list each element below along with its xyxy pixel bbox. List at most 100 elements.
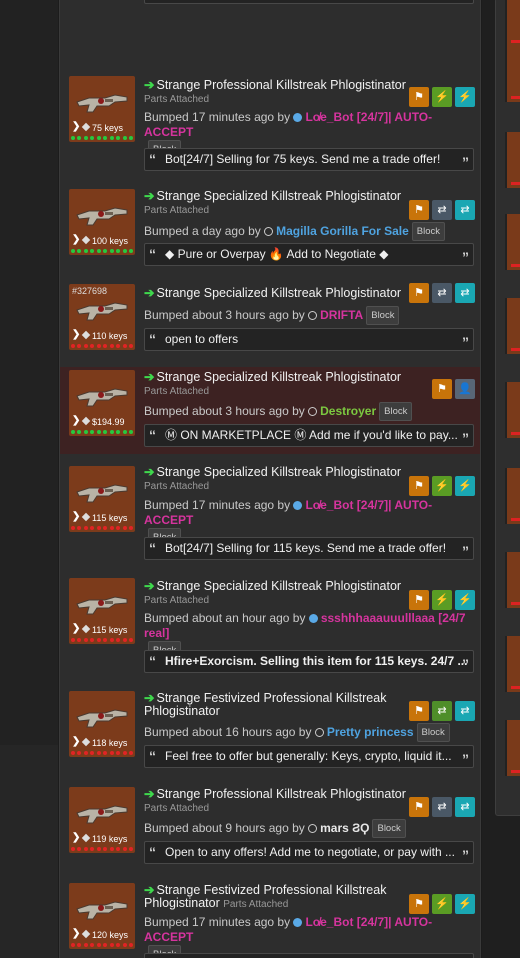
lightning-icon[interactable]: ⚡: [432, 476, 452, 496]
flag-icon[interactable]: ⚑: [409, 894, 429, 914]
listing-actions: ⚑ ⚡ ⚡: [409, 894, 475, 914]
price-tag-icon: [81, 330, 91, 340]
trade-offer-icon[interactable]: ⇄: [432, 701, 452, 721]
listing-message: “”: [144, 953, 474, 958]
trade-offer-icon[interactable]: ⇄: [455, 797, 475, 817]
lightning-icon[interactable]: ⚡: [432, 87, 452, 107]
listing-message: “ ” Hfire+Exorcism. Selling this item for …: [144, 650, 474, 673]
instant-trade-icon[interactable]: ⚡: [455, 894, 475, 914]
seller-name[interactable]: DRIFTA: [320, 308, 363, 322]
item-title[interactable]: ➔ Strange Festivized Professional Killstr…: [144, 692, 424, 718]
price-label: 118 keys: [92, 738, 128, 748]
trade-offer-icon[interactable]: ⇄: [432, 797, 452, 817]
listing-item[interactable]: ❯72 keysBumped 17 minutes ago by Lo̸e_Bo…: [60, 0, 480, 62]
block-button[interactable]: Block: [372, 819, 406, 838]
trade-offer-icon[interactable]: ⇄: [455, 701, 475, 721]
flag-icon[interactable]: ⚑: [409, 590, 429, 610]
listing-item[interactable]: ❯ 115 keys ➔ Strange Specialized Killstreak…: [60, 454, 480, 564]
item-title[interactable]: ➔ Strange Festivized Professional Killstr…: [144, 884, 424, 911]
phlogistinator-icon: [76, 484, 128, 503]
listing-item[interactable]: ❯ 115 keys ➔ Strange Specialized Killstreak…: [60, 564, 480, 679]
side-item-thumbnail[interactable]: [505, 720, 520, 776]
item-thumbnail[interactable]: ❯ 119 keys: [69, 787, 135, 853]
item-title[interactable]: ➔ Strange Professional Killstreak Phlogis…: [144, 79, 424, 106]
listing-message: “ ” ◆ Pure or Overpay 🔥 Add to Negotiate ◆: [144, 243, 474, 266]
status-icon: [293, 918, 303, 927]
item-title[interactable]: ➔ Strange Specialized Killstreak Phlogist…: [144, 580, 424, 607]
side-item-thumbnail[interactable]: [505, 636, 520, 692]
phlogistinator-icon: [76, 901, 128, 920]
item-thumbnail[interactable]: ❯ 115 keys: [69, 466, 135, 532]
bump-time: Bumped about 9 hours ago by: [144, 821, 305, 835]
trade-offer-icon[interactable]: ⇄: [432, 200, 452, 220]
item-title[interactable]: ➔ Strange Specialized Killstreak Phlogist…: [144, 287, 424, 300]
seller-name[interactable]: Destroyer: [320, 404, 376, 418]
arrow-right-icon: ➔: [144, 579, 155, 593]
item-title[interactable]: ➔ Strange Specialized Killstreak Phlogist…: [144, 190, 424, 217]
side-item-thumbnail[interactable]: [505, 468, 520, 524]
flag-icon[interactable]: ⚑: [409, 283, 429, 303]
side-item-thumbnail[interactable]: [505, 0, 520, 46]
listing-item[interactable]: ❯ $194.99 ➔ Strange Specialized Killstreak …: [60, 367, 480, 454]
item-title-text: Strange Festivized Professional Killstre…: [144, 691, 387, 718]
trade-offer-icon[interactable]: ⇄: [455, 200, 475, 220]
block-button[interactable]: Block: [416, 723, 450, 742]
flag-icon[interactable]: ⚑: [409, 200, 429, 220]
listing-item[interactable]: ❯ 75 keys ➔ Strange Professional Killstreak…: [60, 62, 480, 174]
listing-item[interactable]: ❯ 120 keys ➔ Strange Festivized Professiona…: [60, 881, 480, 958]
seller-name[interactable]: mars ϨϘ: [320, 821, 369, 835]
instant-trade-icon[interactable]: ⚡: [455, 590, 475, 610]
side-item-thumbnail[interactable]: [505, 298, 520, 354]
listing-message: “ ” Ⓜ ON MARKETPLACE Ⓜ Add me if you'd lik…: [144, 424, 474, 447]
message-text: Bot[24/7] Selling for 115 keys. Send me …: [165, 541, 447, 555]
listing-item[interactable]: ❯ 100 keys ➔ Strange Specialized Killstreak…: [60, 174, 480, 281]
listing-item[interactable]: ❯ 118 keys ➔ Strange Festivized Professiona…: [60, 679, 480, 775]
flag-icon[interactable]: ⚑: [409, 701, 429, 721]
status-icon: [308, 311, 318, 320]
flag-icon[interactable]: ⚑: [409, 476, 429, 496]
price-label: 110 keys: [92, 331, 128, 341]
price-tag: 100 keys: [81, 235, 128, 246]
block-button[interactable]: Block: [411, 222, 446, 241]
flag-icon[interactable]: ⚑: [409, 797, 429, 817]
quote-close-icon: ”: [462, 656, 469, 672]
item-subtitle: Parts Attached: [144, 386, 210, 397]
item-title[interactable]: ➔ Strange Specialized Killstreak Phlogist…: [144, 371, 424, 398]
item-thumbnail[interactable]: ❯ $194.99: [69, 370, 135, 436]
item-thumbnail[interactable]: #327698 ❯ 110 keys: [69, 284, 135, 350]
instant-trade-icon[interactable]: ⚡: [455, 87, 475, 107]
block-button[interactable]: Block: [366, 306, 400, 325]
listing-item[interactable]: #327698 ❯ 110 keys ➔ Strange Specialized Kil…: [60, 281, 480, 367]
block-button[interactable]: Block: [379, 402, 413, 421]
lightning-icon[interactable]: ⚡: [432, 894, 452, 914]
seller-name[interactable]: Magilla Gorilla For Sale: [276, 224, 409, 238]
killstreak-icon: ❯: [72, 234, 81, 245]
listing-message: “ ” Open to any offers! Add me to negotiat…: [144, 841, 474, 864]
side-item-thumbnail[interactable]: [505, 382, 520, 438]
item-thumbnail[interactable]: ❯ 75 keys: [69, 76, 135, 142]
lightning-icon[interactable]: ⚡: [432, 590, 452, 610]
trade-offer-icon[interactable]: ⇄: [432, 283, 452, 303]
item-title[interactable]: ➔ Strange Professional Killstreak Phlogis…: [144, 788, 424, 815]
quote-close-icon: ”: [462, 430, 469, 446]
price-tag-icon: [81, 929, 91, 939]
item-thumbnail[interactable]: ❯ 120 keys: [69, 883, 135, 949]
listing-item[interactable]: ❯ 119 keys ➔ Strange Professional Killstrea…: [60, 775, 480, 881]
item-thumbnail[interactable]: ❯ 118 keys: [69, 691, 135, 757]
listing-actions: ⚑ 👤: [432, 379, 475, 399]
flag-icon[interactable]: ⚑: [432, 379, 452, 399]
side-item-thumbnail[interactable]: [505, 132, 520, 188]
side-item-thumbnail[interactable]: [505, 46, 520, 102]
side-item-thumbnail[interactable]: [505, 552, 520, 608]
side-item-thumbnail[interactable]: [505, 214, 520, 270]
item-thumbnail[interactable]: ❯ 100 keys: [69, 189, 135, 255]
instant-trade-icon[interactable]: ⚡: [455, 476, 475, 496]
seller-name[interactable]: Pretty princess: [327, 725, 414, 739]
item-subtitle: Parts Attached: [144, 205, 210, 216]
item-thumbnail[interactable]: ❯ 115 keys: [69, 578, 135, 644]
trade-offer-icon[interactable]: ⇄: [455, 283, 475, 303]
item-title[interactable]: ➔ Strange Specialized Killstreak Phlogist…: [144, 466, 424, 493]
flag-icon[interactable]: ⚑: [409, 87, 429, 107]
listing-actions: ⚑ ⇄ ⇄: [409, 200, 475, 220]
add-friend-icon[interactable]: 👤: [455, 379, 475, 399]
